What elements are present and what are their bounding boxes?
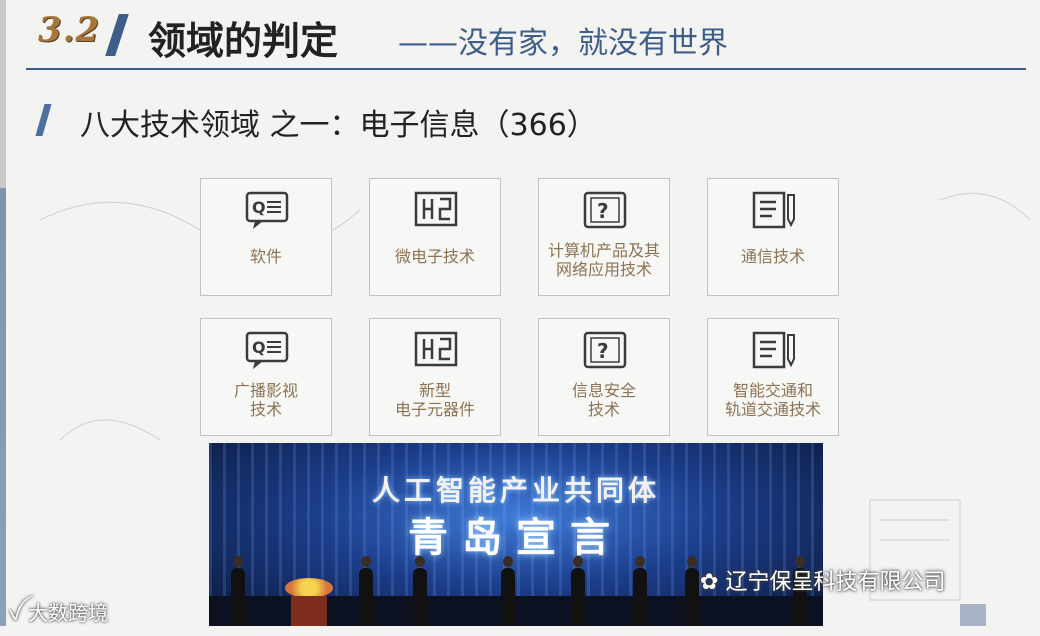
wechat-logo-icon: ✿: [700, 570, 726, 595]
svg-text:?: ?: [597, 339, 609, 363]
slide-number: 3.2: [38, 10, 101, 50]
person-figure: [359, 556, 373, 626]
weibo-logo-icon: ꪜ: [8, 601, 29, 625]
person-figure: [501, 556, 515, 626]
person-figure: [571, 556, 585, 626]
watermark-right: ✿ 辽宁保呈科技有限公司: [700, 564, 945, 596]
tech-field-label: 计算机产品及其 网络应用技术: [547, 241, 660, 279]
tech-field-tile: 微电子技术: [369, 178, 501, 296]
title-divider: [26, 68, 1026, 70]
person-figure: [231, 556, 245, 626]
person-figure: [633, 556, 647, 626]
tech-field-label: 通信技术: [740, 247, 805, 266]
tech-field-tile: ? 信息安全 技术: [538, 318, 670, 436]
slide-number-slash: [105, 14, 129, 56]
photo-caption-line1: 人工智能产业共同体: [371, 474, 660, 507]
flower-bouquet: [285, 578, 333, 598]
svg-text:Q: Q: [252, 198, 266, 217]
tech-field-label: 信息安全 技术: [571, 381, 636, 419]
svg-text:?: ?: [597, 199, 609, 223]
corner-decoration: [960, 604, 986, 626]
tech-field-tile: Q 软件: [200, 178, 332, 296]
person-figure: [413, 556, 427, 626]
person-figure: [685, 556, 699, 626]
event-photo: 人工智能产业共同体 青岛宣言: [209, 443, 823, 626]
watermark-right-text: 辽宁保呈科技有限公司: [725, 570, 946, 595]
section-title: 八大技术领域 之一：电子信息（366）: [80, 108, 597, 143]
tech-field-label: 广播影视 技术: [233, 381, 298, 419]
tech-field-tile: 新型 电子元器件: [369, 318, 501, 436]
tech-field-tile: 智能交通和 轨道交通技术: [707, 318, 839, 436]
tech-field-tile: Q 广播影视 技术: [200, 318, 332, 436]
tech-field-tile: ? 计算机产品及其 网络应用技术: [538, 178, 670, 296]
photo-caption-line2: 青岛宣言: [408, 515, 624, 561]
tech-field-label: 软件: [249, 247, 282, 266]
watermark-left: ꪜ 大数跨境: [8, 594, 108, 636]
watermark-left-text: 大数跨境: [28, 601, 109, 625]
svg-text:Q: Q: [252, 338, 266, 357]
tech-field-tile: 通信技术: [707, 178, 839, 296]
page-title: 领域的判定: [148, 19, 339, 63]
page-subtitle: ——没有家，就没有世界: [398, 26, 728, 61]
tech-field-label: 新型 电子元器件: [394, 381, 475, 419]
tech-field-label: 智能交通和 轨道交通技术: [724, 381, 821, 419]
podium: [291, 596, 327, 626]
tech-field-label: 微电子技术: [394, 247, 475, 266]
section-marker: [35, 104, 52, 136]
